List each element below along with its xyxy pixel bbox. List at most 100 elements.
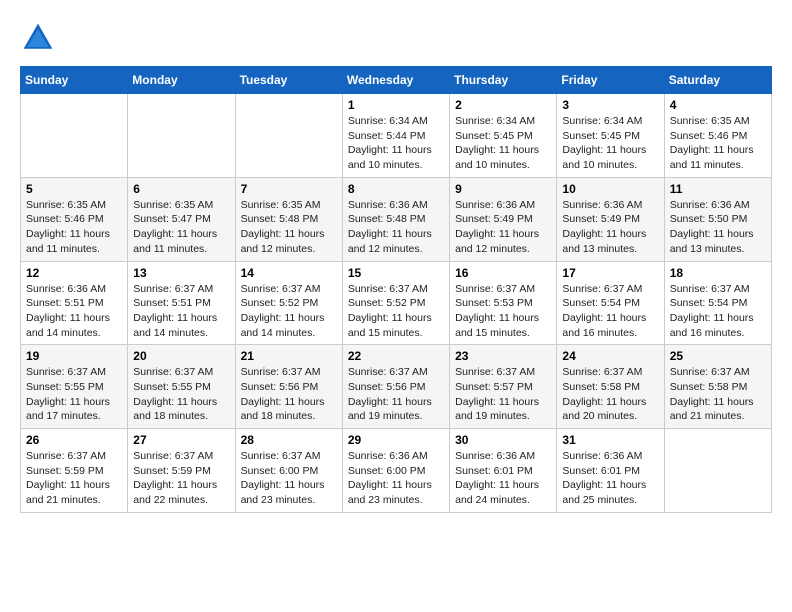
day-cell: 22 Sunrise: 6:37 AM Sunset: 5:56 PM Dayli…: [342, 345, 449, 429]
day-number: 6: [133, 182, 229, 196]
day-number: 8: [348, 182, 444, 196]
day-cell: [128, 94, 235, 178]
day-number: 20: [133, 349, 229, 363]
day-info: Sunrise: 6:34 AM Sunset: 5:45 PM Dayligh…: [455, 114, 551, 173]
day-info: Sunrise: 6:37 AM Sunset: 5:58 PM Dayligh…: [670, 365, 766, 424]
day-info: Sunrise: 6:37 AM Sunset: 5:52 PM Dayligh…: [241, 282, 337, 341]
day-info: Sunrise: 6:37 AM Sunset: 5:52 PM Dayligh…: [348, 282, 444, 341]
day-cell: 30 Sunrise: 6:36 AM Sunset: 6:01 PM Dayli…: [450, 429, 557, 513]
day-info: Sunrise: 6:35 AM Sunset: 5:46 PM Dayligh…: [26, 198, 122, 257]
day-info: Sunrise: 6:37 AM Sunset: 5:55 PM Dayligh…: [26, 365, 122, 424]
day-info: Sunrise: 6:36 AM Sunset: 5:51 PM Dayligh…: [26, 282, 122, 341]
day-info: Sunrise: 6:34 AM Sunset: 5:45 PM Dayligh…: [562, 114, 658, 173]
day-cell: 25 Sunrise: 6:37 AM Sunset: 5:58 PM Dayli…: [664, 345, 771, 429]
day-number: 28: [241, 433, 337, 447]
day-number: 18: [670, 266, 766, 280]
week-row-2: 5 Sunrise: 6:35 AM Sunset: 5:46 PM Daylig…: [21, 177, 772, 261]
day-cell: 27Sunrise: 6:37 AM Sunset: 5:59 PM Dayli…: [128, 429, 235, 513]
day-info: Sunrise: 6:37 AM Sunset: 5:56 PM Dayligh…: [348, 365, 444, 424]
calendar-body: 1 Sunrise: 6:34 AM Sunset: 5:44 PM Daylig…: [21, 94, 772, 513]
day-info: Sunrise: 6:35 AM Sunset: 5:47 PM Dayligh…: [133, 198, 229, 257]
day-cell: 11 Sunrise: 6:36 AM Sunset: 5:50 PM Dayli…: [664, 177, 771, 261]
day-cell: 8Sunrise: 6:36 AM Sunset: 5:48 PM Daylig…: [342, 177, 449, 261]
day-cell: 19 Sunrise: 6:37 AM Sunset: 5:55 PM Dayli…: [21, 345, 128, 429]
day-number: 23: [455, 349, 551, 363]
day-info: Sunrise: 6:36 AM Sunset: 6:01 PM Dayligh…: [562, 449, 658, 508]
day-cell: 7 Sunrise: 6:35 AM Sunset: 5:48 PM Daylig…: [235, 177, 342, 261]
day-number: 29: [348, 433, 444, 447]
header-row: SundayMondayTuesdayWednesdayThursdayFrid…: [21, 67, 772, 94]
day-info: Sunrise: 6:36 AM Sunset: 6:01 PM Dayligh…: [455, 449, 551, 508]
day-cell: 6 Sunrise: 6:35 AM Sunset: 5:47 PM Daylig…: [128, 177, 235, 261]
day-number: 31: [562, 433, 658, 447]
day-cell: 1 Sunrise: 6:34 AM Sunset: 5:44 PM Daylig…: [342, 94, 449, 178]
day-number: 22: [348, 349, 444, 363]
day-cell: 2Sunrise: 6:34 AM Sunset: 5:45 PM Daylig…: [450, 94, 557, 178]
day-number: 21: [241, 349, 337, 363]
header-cell-saturday: Saturday: [664, 67, 771, 94]
day-number: 5: [26, 182, 122, 196]
day-info: Sunrise: 6:36 AM Sunset: 5:49 PM Dayligh…: [562, 198, 658, 257]
day-info: Sunrise: 6:37 AM Sunset: 5:59 PM Dayligh…: [133, 449, 229, 508]
calendar-header: SundayMondayTuesdayWednesdayThursdayFrid…: [21, 67, 772, 94]
logo-icon: [20, 20, 56, 56]
day-cell: [21, 94, 128, 178]
day-info: Sunrise: 6:37 AM Sunset: 5:51 PM Dayligh…: [133, 282, 229, 341]
day-number: 10: [562, 182, 658, 196]
logo: [20, 20, 62, 56]
page-header: [20, 20, 772, 56]
day-number: 26: [26, 433, 122, 447]
header-cell-monday: Monday: [128, 67, 235, 94]
header-cell-thursday: Thursday: [450, 67, 557, 94]
day-number: 13: [133, 266, 229, 280]
day-number: 19: [26, 349, 122, 363]
header-cell-tuesday: Tuesday: [235, 67, 342, 94]
day-cell: 10 Sunrise: 6:36 AM Sunset: 5:49 PM Dayli…: [557, 177, 664, 261]
week-row-3: 12 Sunrise: 6:36 AM Sunset: 5:51 PM Dayli…: [21, 261, 772, 345]
day-info: Sunrise: 6:37 AM Sunset: 5:54 PM Dayligh…: [562, 282, 658, 341]
calendar-table: SundayMondayTuesdayWednesdayThursdayFrid…: [20, 66, 772, 513]
day-info: Sunrise: 6:37 AM Sunset: 6:00 PM Dayligh…: [241, 449, 337, 508]
day-cell: [235, 94, 342, 178]
day-cell: 20 Sunrise: 6:37 AM Sunset: 5:55 PM Dayli…: [128, 345, 235, 429]
day-cell: 23Sunrise: 6:37 AM Sunset: 5:57 PM Dayli…: [450, 345, 557, 429]
day-number: 3: [562, 98, 658, 112]
day-cell: 18 Sunrise: 6:37 AM Sunset: 5:54 PM Dayli…: [664, 261, 771, 345]
day-info: Sunrise: 6:35 AM Sunset: 5:48 PM Dayligh…: [241, 198, 337, 257]
day-number: 30: [455, 433, 551, 447]
day-number: 7: [241, 182, 337, 196]
day-cell: 24Sunrise: 6:37 AM Sunset: 5:58 PM Dayli…: [557, 345, 664, 429]
day-cell: 13 Sunrise: 6:37 AM Sunset: 5:51 PM Dayli…: [128, 261, 235, 345]
day-cell: [664, 429, 771, 513]
day-info: Sunrise: 6:37 AM Sunset: 5:58 PM Dayligh…: [562, 365, 658, 424]
day-info: Sunrise: 6:36 AM Sunset: 6:00 PM Dayligh…: [348, 449, 444, 508]
day-number: 12: [26, 266, 122, 280]
day-info: Sunrise: 6:36 AM Sunset: 5:49 PM Dayligh…: [455, 198, 551, 257]
day-cell: 29 Sunrise: 6:36 AM Sunset: 6:00 PM Dayli…: [342, 429, 449, 513]
day-number: 4: [670, 98, 766, 112]
week-row-5: 26 Sunrise: 6:37 AM Sunset: 5:59 PM Dayli…: [21, 429, 772, 513]
day-cell: 4 Sunrise: 6:35 AM Sunset: 5:46 PM Daylig…: [664, 94, 771, 178]
day-cell: 17 Sunrise: 6:37 AM Sunset: 5:54 PM Dayli…: [557, 261, 664, 345]
day-info: Sunrise: 6:37 AM Sunset: 5:54 PM Dayligh…: [670, 282, 766, 341]
day-number: 1: [348, 98, 444, 112]
day-info: Sunrise: 6:37 AM Sunset: 5:55 PM Dayligh…: [133, 365, 229, 424]
week-row-1: 1 Sunrise: 6:34 AM Sunset: 5:44 PM Daylig…: [21, 94, 772, 178]
day-info: Sunrise: 6:37 AM Sunset: 5:53 PM Dayligh…: [455, 282, 551, 341]
week-row-4: 19 Sunrise: 6:37 AM Sunset: 5:55 PM Dayli…: [21, 345, 772, 429]
day-cell: 28 Sunrise: 6:37 AM Sunset: 6:00 PM Dayli…: [235, 429, 342, 513]
day-number: 16: [455, 266, 551, 280]
day-info: Sunrise: 6:37 AM Sunset: 5:56 PM Dayligh…: [241, 365, 337, 424]
day-cell: 5 Sunrise: 6:35 AM Sunset: 5:46 PM Daylig…: [21, 177, 128, 261]
day-info: Sunrise: 6:35 AM Sunset: 5:46 PM Dayligh…: [670, 114, 766, 173]
day-number: 11: [670, 182, 766, 196]
day-cell: 9Sunrise: 6:36 AM Sunset: 5:49 PM Daylig…: [450, 177, 557, 261]
day-info: Sunrise: 6:34 AM Sunset: 5:44 PM Dayligh…: [348, 114, 444, 173]
day-info: Sunrise: 6:36 AM Sunset: 5:50 PM Dayligh…: [670, 198, 766, 257]
day-cell: 21 Sunrise: 6:37 AM Sunset: 5:56 PM Dayli…: [235, 345, 342, 429]
day-number: 17: [562, 266, 658, 280]
day-number: 25: [670, 349, 766, 363]
day-number: 14: [241, 266, 337, 280]
header-cell-wednesday: Wednesday: [342, 67, 449, 94]
header-cell-friday: Friday: [557, 67, 664, 94]
